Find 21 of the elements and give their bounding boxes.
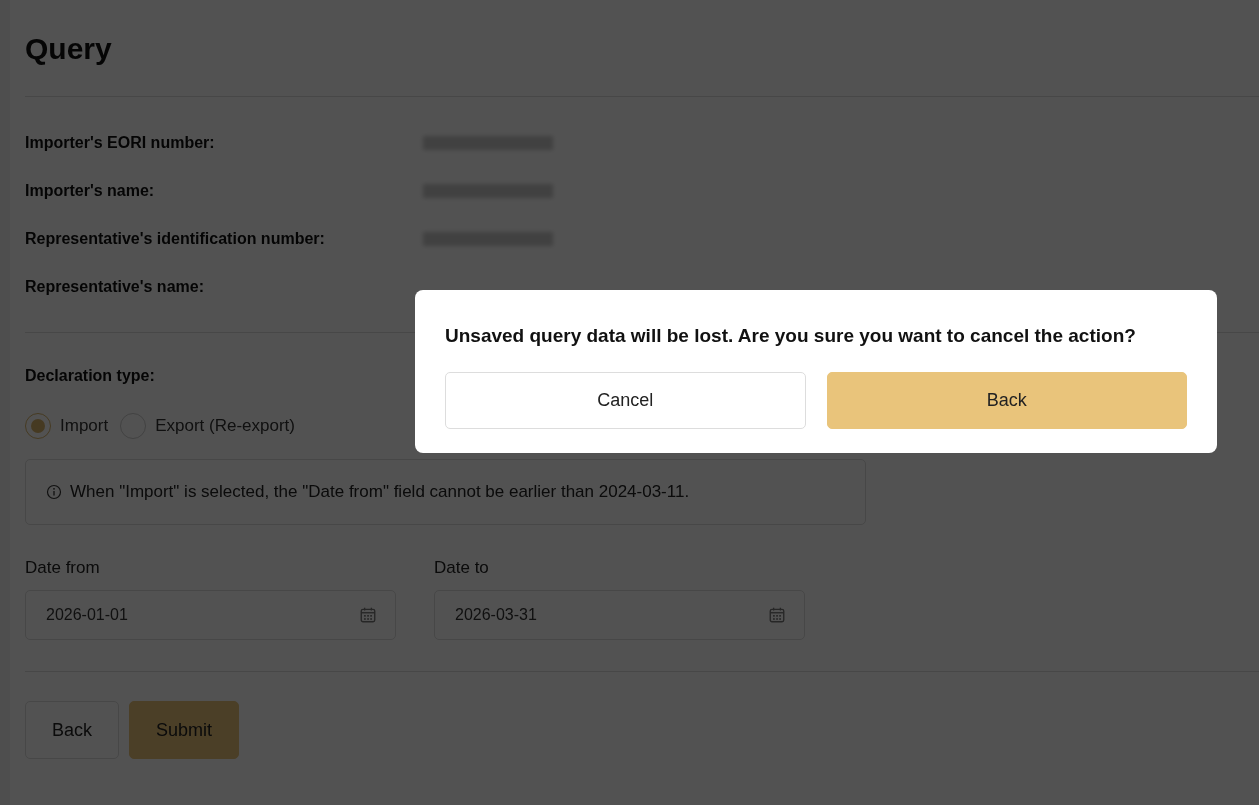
field-label: Importer's name: (25, 181, 156, 200)
date-field[interactable]: 2026-01-01 (25, 590, 396, 640)
field-label: Date to (434, 558, 490, 578)
calendar-icon[interactable] (359, 606, 377, 624)
dialog-message: Unsaved query data will be lost. Are you sure you want to cancel the action? (445, 324, 1137, 348)
radio-option[interactable]: Export (Re-export) (120, 413, 295, 439)
field-label: Representative's identification number: (25, 229, 326, 248)
radio-option[interactable]: Import (25, 413, 109, 439)
primary-button[interactable]: Submit (129, 701, 240, 759)
secondary-button[interactable]: Back (25, 701, 120, 759)
page-title: Query (25, 31, 113, 67)
field-label: Importer's EORI number: (25, 133, 216, 152)
primary-button[interactable]: Back (826, 372, 1187, 429)
info-icon (46, 484, 62, 500)
secondary-button[interactable]: Cancel (445, 372, 806, 429)
field-label: Date from (25, 558, 101, 578)
date-field[interactable]: 2026-03-31 (434, 590, 805, 640)
info-text: When "Import" is selected, the "Date from" field cannot be earlier than 2024-03-11. (70, 482, 690, 502)
calendar-icon[interactable] (768, 606, 786, 624)
field-label: Representative's name: (25, 277, 205, 296)
section-label: Declaration type: (25, 367, 156, 385)
